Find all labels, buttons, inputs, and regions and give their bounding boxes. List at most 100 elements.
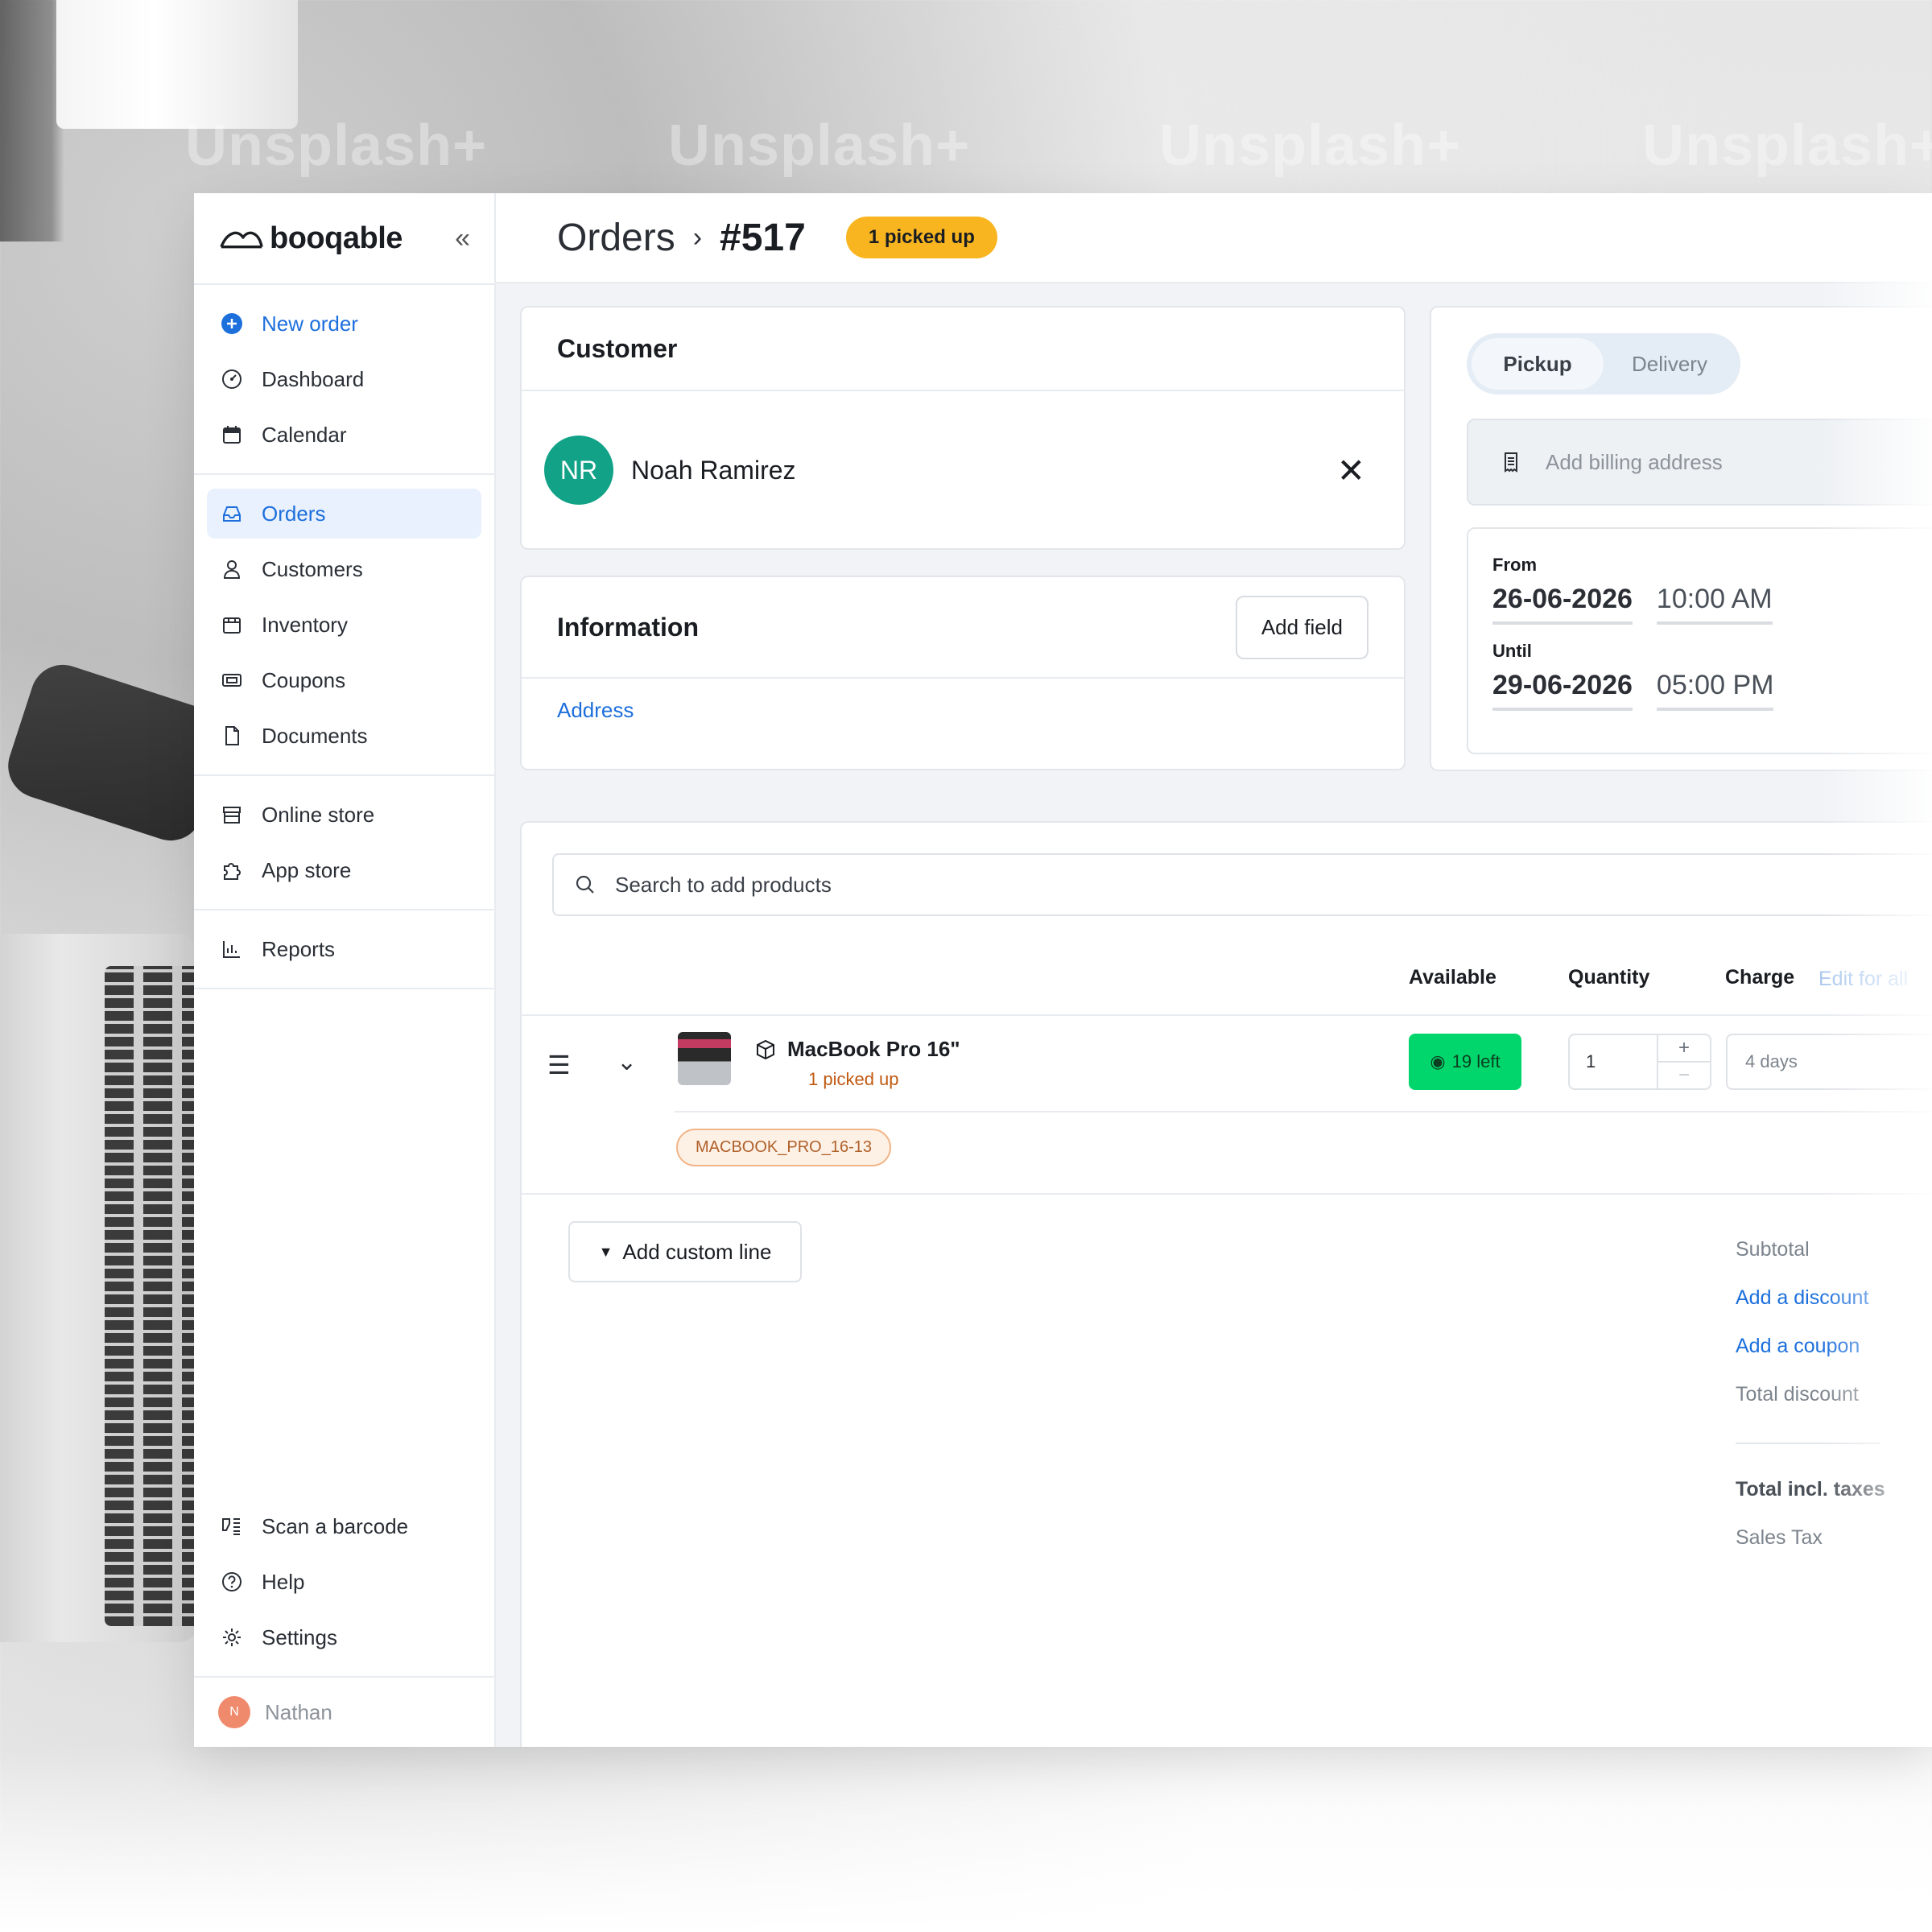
watermark: Unsplash+ [1159, 114, 1462, 178]
edit-for-all-link[interactable]: Edit for all [1818, 968, 1908, 991]
bar-chart-icon [220, 937, 244, 961]
information-card: Information Add field Address [520, 576, 1406, 770]
until-label: Until [1492, 641, 1532, 661]
product-search-input[interactable]: Search to add products [552, 853, 1932, 916]
sidebar: booqable « New order Dashboard Calendar … [194, 193, 496, 1747]
caret-down-icon: ▼ [598, 1243, 613, 1260]
order-totals: Subtotal Add a discount Add a coupon Tot… [1736, 1225, 1885, 1562]
nav-group-store: Online store App store [194, 776, 494, 910]
product-thumbnail [678, 1032, 731, 1085]
storefront-icon [220, 803, 244, 827]
sidebar-item-app-store[interactable]: App store [207, 845, 481, 895]
nav-group-records: Orders Customers Inventory Coupons Docum… [194, 475, 494, 776]
sidebar-item-label: Calendar [262, 422, 347, 447]
column-header-quantity: Quantity [1568, 966, 1650, 989]
document-icon [220, 724, 244, 748]
target-icon: ◉ [1430, 1051, 1446, 1071]
sidebar-item-scan-barcode[interactable]: Scan a barcode [207, 1501, 481, 1551]
quantity-value[interactable]: 1 [1570, 1035, 1657, 1088]
gauge-icon [220, 367, 244, 391]
add-field-button[interactable]: Add field [1235, 595, 1368, 659]
sidebar-item-settings[interactable]: Settings [207, 1612, 481, 1662]
sidebar-item-label: Online store [262, 802, 375, 827]
search-icon [573, 873, 597, 897]
customer-name[interactable]: Noah Ramirez [631, 456, 1319, 485]
decrement-icon[interactable]: − [1658, 1061, 1710, 1088]
new-order-label: New order [262, 311, 358, 336]
sidebar-item-label: Reports [262, 936, 336, 961]
information-card-header: Information Add field [522, 577, 1404, 679]
total-discount-label: Total discount [1736, 1382, 1859, 1406]
booqable-logo-icon [218, 226, 265, 250]
calendar-icon [220, 423, 244, 447]
from-date-input[interactable]: 26-06-2026 [1492, 584, 1633, 625]
customer-card-title: Customer [522, 308, 1404, 391]
breadcrumb-orders-link[interactable]: Orders [557, 216, 675, 260]
avatar: N [218, 1696, 250, 1728]
charge-duration-field[interactable]: 4 days [1726, 1034, 1932, 1090]
total-incl-taxes-label: Total incl. taxes [1736, 1477, 1885, 1501]
customer-card: Customer NR Noah Ramirez ✕ [520, 306, 1406, 550]
box-icon [220, 613, 244, 637]
tab-pickup[interactable]: Pickup [1472, 338, 1604, 390]
gear-icon [220, 1625, 244, 1649]
help-circle-icon [220, 1570, 244, 1594]
sidebar-item-label: Documents [262, 723, 368, 748]
product-name[interactable]: MacBook Pro 16" [753, 1037, 960, 1062]
collapse-sidebar-icon[interactable]: « [455, 223, 470, 254]
sidebar-item-customers[interactable]: Customers [207, 544, 481, 594]
chevron-down-icon[interactable]: ⌄ [617, 1048, 637, 1076]
sidebar-item-label: Settings [262, 1624, 337, 1649]
table-row: ☰ ⌄ MacBook Pro 16" 1 picked up ◉ 19 lef… [522, 1016, 1932, 1113]
drag-handle-icon[interactable]: ☰ [547, 1050, 571, 1080]
until-row: 29-06-2026 05:00 PM [1492, 670, 1932, 711]
new-order-button[interactable]: New order [207, 299, 481, 349]
plus-circle-icon [220, 312, 244, 336]
search-placeholder: Search to add products [615, 872, 832, 897]
status-badge: 1 picked up [845, 217, 997, 258]
sidebar-item-documents[interactable]: Documents [207, 711, 481, 761]
from-time-input[interactable]: 10:00 AM [1656, 584, 1773, 625]
divider [1736, 1443, 1880, 1444]
logo[interactable]: booqable [218, 221, 402, 256]
column-header-available: Available [1409, 966, 1496, 989]
sidebar-footer: Scan a barcode Help Settings N Nathan [194, 1488, 494, 1747]
close-icon[interactable]: ✕ [1337, 451, 1381, 490]
column-header-charge: Charge [1725, 966, 1795, 989]
sidebar-item-orders[interactable]: Orders [207, 489, 481, 539]
watermark: Unsplash+ [668, 114, 971, 178]
fulfillment-toggle: Pickup Delivery [1467, 333, 1740, 394]
sidebar-item-calendar[interactable]: Calendar [207, 410, 481, 460]
address-link[interactable]: Address [522, 679, 1404, 742]
user-name: Nathan [265, 1699, 332, 1724]
products-card: Search to add products Available Quantit… [520, 821, 1932, 1747]
quantity-stepper[interactable]: 1 + − [1568, 1034, 1711, 1090]
ticket-icon [220, 668, 244, 692]
sidebar-item-coupons[interactable]: Coupons [207, 655, 481, 705]
add-discount-link[interactable]: Add a discount [1736, 1274, 1885, 1322]
sidebar-item-online-store[interactable]: Online store [207, 790, 481, 840]
fulfillment-card: Pickup Delivery Add billing address From… [1430, 306, 1932, 771]
background-plant-shadow [0, 0, 64, 242]
sidebar-item-dashboard[interactable]: Dashboard [207, 354, 481, 404]
receipt-icon [1499, 450, 1523, 474]
main-content: Orders › #517 1 picked up Customer NR No… [496, 193, 1932, 1747]
chevron-right-icon: › [692, 221, 703, 253]
divider [522, 1193, 1932, 1195]
user-icon [220, 557, 244, 581]
increment-icon[interactable]: + [1658, 1035, 1710, 1061]
sidebar-item-label: Inventory [262, 612, 348, 637]
add-custom-line-button[interactable]: ▼ Add custom line [568, 1221, 802, 1282]
add-coupon-link[interactable]: Add a coupon [1736, 1322, 1885, 1370]
until-time-input[interactable]: 05:00 PM [1656, 670, 1774, 711]
breadcrumb: Orders › #517 1 picked up [496, 193, 1932, 283]
tab-delivery[interactable]: Delivery [1604, 338, 1736, 390]
billing-address-field[interactable]: Add billing address [1467, 419, 1932, 506]
user-menu[interactable]: N Nathan [194, 1676, 494, 1747]
sidebar-item-label: Help [262, 1569, 305, 1594]
until-date-input[interactable]: 29-06-2026 [1492, 670, 1633, 711]
sidebar-item-reports[interactable]: Reports [207, 924, 481, 974]
sku-tag[interactable]: MACBOOK_PRO_16-13 [676, 1129, 891, 1166]
sidebar-item-inventory[interactable]: Inventory [207, 600, 481, 650]
sidebar-item-help[interactable]: Help [207, 1557, 481, 1607]
